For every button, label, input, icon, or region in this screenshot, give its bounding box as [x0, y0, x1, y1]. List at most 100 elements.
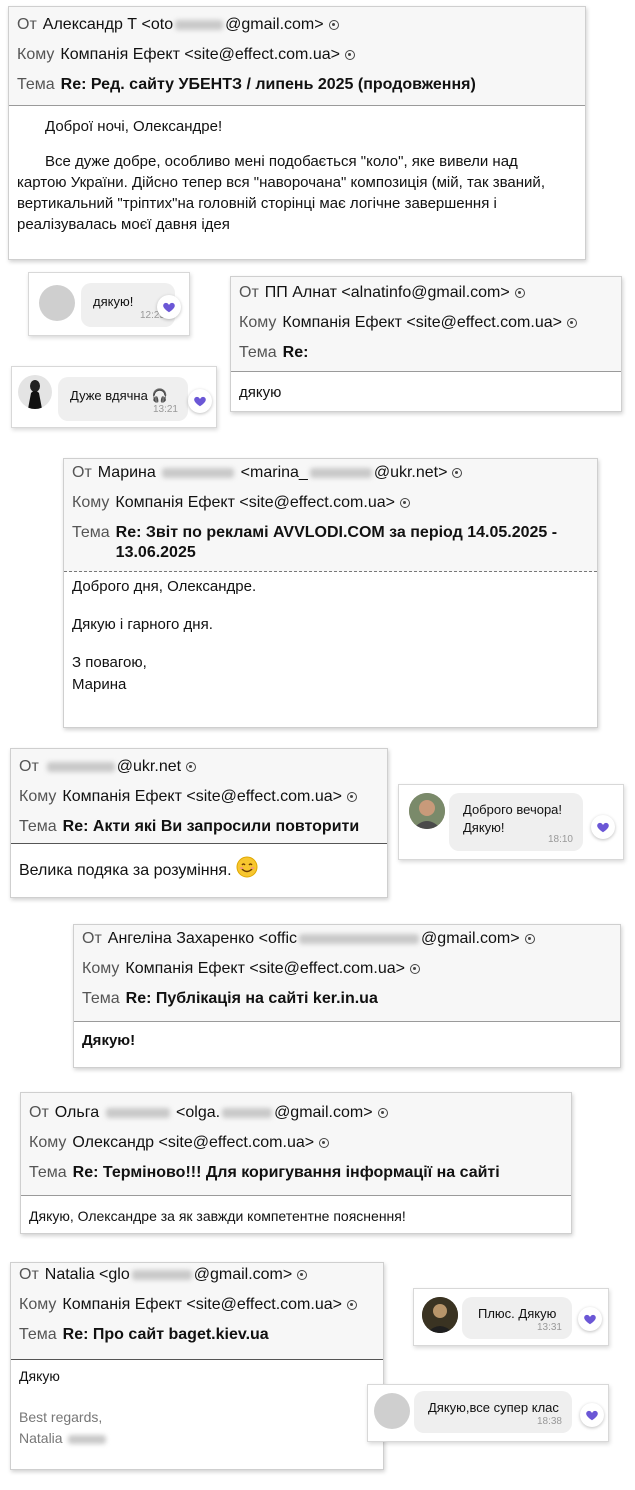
contact-icon[interactable] — [566, 318, 577, 328]
subject-row: Тема Re: Публікація на сайті ker.in.ua — [82, 985, 612, 1021]
contact-icon[interactable] — [409, 964, 420, 974]
email-card-7: От Natalia <glo @gmail.com> Кому Компанія… — [10, 1262, 384, 1470]
chat-bubble[interactable]: Плюс. Дякую 13:31 — [462, 1297, 572, 1339]
avatar — [409, 793, 445, 829]
to-row: Кому Компанія Ефект <site@effect.com.ua> — [19, 1291, 375, 1321]
chat-card-2: Дуже вдячна 🎧 13:21 — [11, 366, 217, 428]
chat-bubble[interactable]: Дуже вдячна 🎧 13:21 — [58, 377, 188, 421]
from-label: От — [82, 930, 102, 947]
to-label: Кому — [82, 960, 120, 977]
message-text: дякую! — [93, 294, 134, 309]
sender[interactable]: Natalia <glo @gmail.com> — [45, 1265, 308, 1285]
recipient[interactable]: Компанія Ефект <site@effect.com.ua> — [62, 1295, 357, 1315]
contact-icon[interactable] — [514, 288, 525, 298]
heart-reaction[interactable] — [591, 815, 615, 839]
to-label: Кому — [19, 788, 57, 805]
heart-reaction[interactable] — [157, 295, 181, 319]
from-row: От Марина <marina_ @ukr.net> — [72, 459, 589, 489]
avatar — [374, 1393, 410, 1429]
email-card-5: От Ангеліна Захаренко <offic @gmail.com> … — [73, 924, 621, 1068]
to-row: Кому Компанія Ефект <site@effect.com.ua> — [72, 489, 589, 519]
from-row: От Natalia <glo @gmail.com> — [19, 1263, 375, 1291]
sender[interactable]: @ukr.net — [45, 757, 197, 777]
avatar — [422, 1297, 458, 1333]
from-label: От — [239, 284, 259, 301]
contact-icon[interactable] — [399, 498, 410, 508]
contact-icon[interactable] — [452, 468, 463, 478]
heart-icon — [163, 302, 175, 313]
email-header: От Александр Т <oto @gmail.com> Кому Комп… — [9, 7, 585, 106]
contact-icon[interactable] — [297, 1270, 308, 1280]
email-body: Дякую, Олександре за як завжди компетент… — [21, 1196, 571, 1235]
recipient[interactable]: Компанія Ефект <site@effect.com.ua> — [282, 313, 577, 333]
contact-icon[interactable] — [319, 1138, 330, 1148]
email-subject: Re: Публікація на сайті ker.in.ua — [125, 990, 378, 1007]
contact-icon[interactable] — [346, 1300, 357, 1310]
contact-icon[interactable] — [186, 762, 197, 772]
body-line: Дякую! — [82, 1032, 136, 1049]
email-subject: Re: Ред. сайту УБЕНТЗ / липень 2025 (про… — [60, 76, 476, 93]
avatar — [18, 375, 52, 409]
heart-icon — [584, 1314, 596, 1325]
email-card-2: От ПП Алнат <alnatinfo@gmail.com> Кому К… — [230, 276, 622, 412]
heart-reaction[interactable] — [188, 389, 212, 413]
chat-card-5: Дякую,все супер клас 18:38 — [367, 1384, 609, 1442]
person-photo — [28, 380, 42, 409]
from-row: От ПП Алнат <alnatinfo@gmail.com> — [239, 277, 613, 309]
recipient[interactable]: Компанія Ефект <site@effect.com.ua> — [60, 45, 355, 65]
contact-icon[interactable] — [346, 792, 357, 802]
body-line: Все дуже добре, особливо мені подобаєтьс… — [17, 153, 545, 233]
signature-name: Natalia — [19, 1428, 375, 1449]
chat-card-3: Доброго вечора! Дякую! 18:10 — [398, 784, 624, 860]
contact-icon[interactable] — [328, 20, 339, 30]
to-row: Кому Олександр <site@effect.com.ua> — [29, 1129, 563, 1159]
to-row: Кому Компанія Ефект <site@effect.com.ua> — [19, 783, 379, 813]
subject-label: Тема — [239, 344, 277, 361]
smiley-icon — [236, 856, 258, 878]
chat-bubble[interactable]: Дякую,все супер клас 18:38 — [414, 1391, 572, 1433]
heart-reaction[interactable] — [578, 1307, 602, 1331]
from-row: От Ангеліна Захаренко <offic @gmail.com> — [82, 925, 612, 955]
from-row: От Александр Т <oto @gmail.com> — [17, 7, 577, 41]
chat-bubble[interactable]: Доброго вечора! Дякую! 18:10 — [449, 793, 583, 851]
heart-reaction[interactable] — [580, 1403, 604, 1427]
email-header: От Natalia <glo @gmail.com> Кому Компанія… — [11, 1263, 383, 1360]
contact-icon[interactable] — [344, 50, 355, 60]
from-label: От — [29, 1104, 49, 1121]
email-header: От Марина <marina_ @ukr.net> Кому Компані… — [64, 459, 597, 572]
to-label: Кому — [72, 494, 110, 511]
avatar — [39, 285, 75, 321]
email-body: дякую — [231, 372, 621, 411]
email-body: Дякую Best regards, Natalia — [11, 1360, 383, 1457]
email-body: Доброго дня, Олександре. Дякую і гарного… — [64, 572, 597, 704]
email-subject: Re: Акти які Ви запросили повторити — [62, 818, 360, 835]
email-card-3: От Марина <marina_ @ukr.net> Кому Компані… — [63, 458, 598, 728]
to-row: Кому Компанія Ефект <site@effect.com.ua> — [17, 41, 577, 71]
recipient[interactable]: Компанія Ефект <site@effect.com.ua> — [115, 493, 410, 513]
body-line: Дякую — [19, 1368, 60, 1384]
contact-icon[interactable] — [377, 1108, 388, 1118]
message-text: Доброго вечора! — [463, 802, 563, 817]
email-subject: Re: Терміново!!! Для коригування інформа… — [72, 1164, 500, 1181]
subject-row: Тема Re: Акти які Ви запросили повторити — [19, 813, 379, 843]
message-time: 13:21 — [152, 404, 178, 415]
sender[interactable]: Ангеліна Захаренко <offic @gmail.com> — [108, 929, 535, 949]
body-line: Доброї ночі, Олександре! — [45, 118, 223, 135]
recipient[interactable]: Компанія Ефект <site@effect.com.ua> — [125, 959, 420, 979]
subject-row: Тема Re: Звіт по рекламі AVVLODI.COM за … — [72, 519, 589, 571]
email-subject: Re: Звіт по рекламі AVVLODI.COM за періо… — [115, 524, 558, 561]
subject-label: Тема — [72, 524, 110, 541]
recipient[interactable]: Олександр <site@effect.com.ua> — [72, 1133, 330, 1153]
sender[interactable]: Ольга <olga. @gmail.com> — [55, 1103, 388, 1123]
recipient[interactable]: Компанія Ефект <site@effect.com.ua> — [62, 787, 357, 807]
sender[interactable]: Марина <marina_ @ukr.net> — [98, 463, 463, 483]
email-header: От ПП Алнат <alnatinfo@gmail.com> Кому К… — [231, 277, 621, 372]
sender[interactable]: ПП Алнат <alnatinfo@gmail.com> — [265, 283, 525, 303]
chat-card-4: Плюс. Дякую 13:31 — [413, 1288, 609, 1346]
contact-icon[interactable] — [524, 934, 535, 944]
from-label: От — [17, 16, 37, 33]
email-header: От Ольга <olga. @gmail.com> Кому Олександ… — [21, 1093, 571, 1196]
subject-label: Тема — [19, 1326, 57, 1343]
person-photo — [409, 793, 445, 829]
sender[interactable]: Александр Т <oto @gmail.com> — [43, 15, 339, 35]
